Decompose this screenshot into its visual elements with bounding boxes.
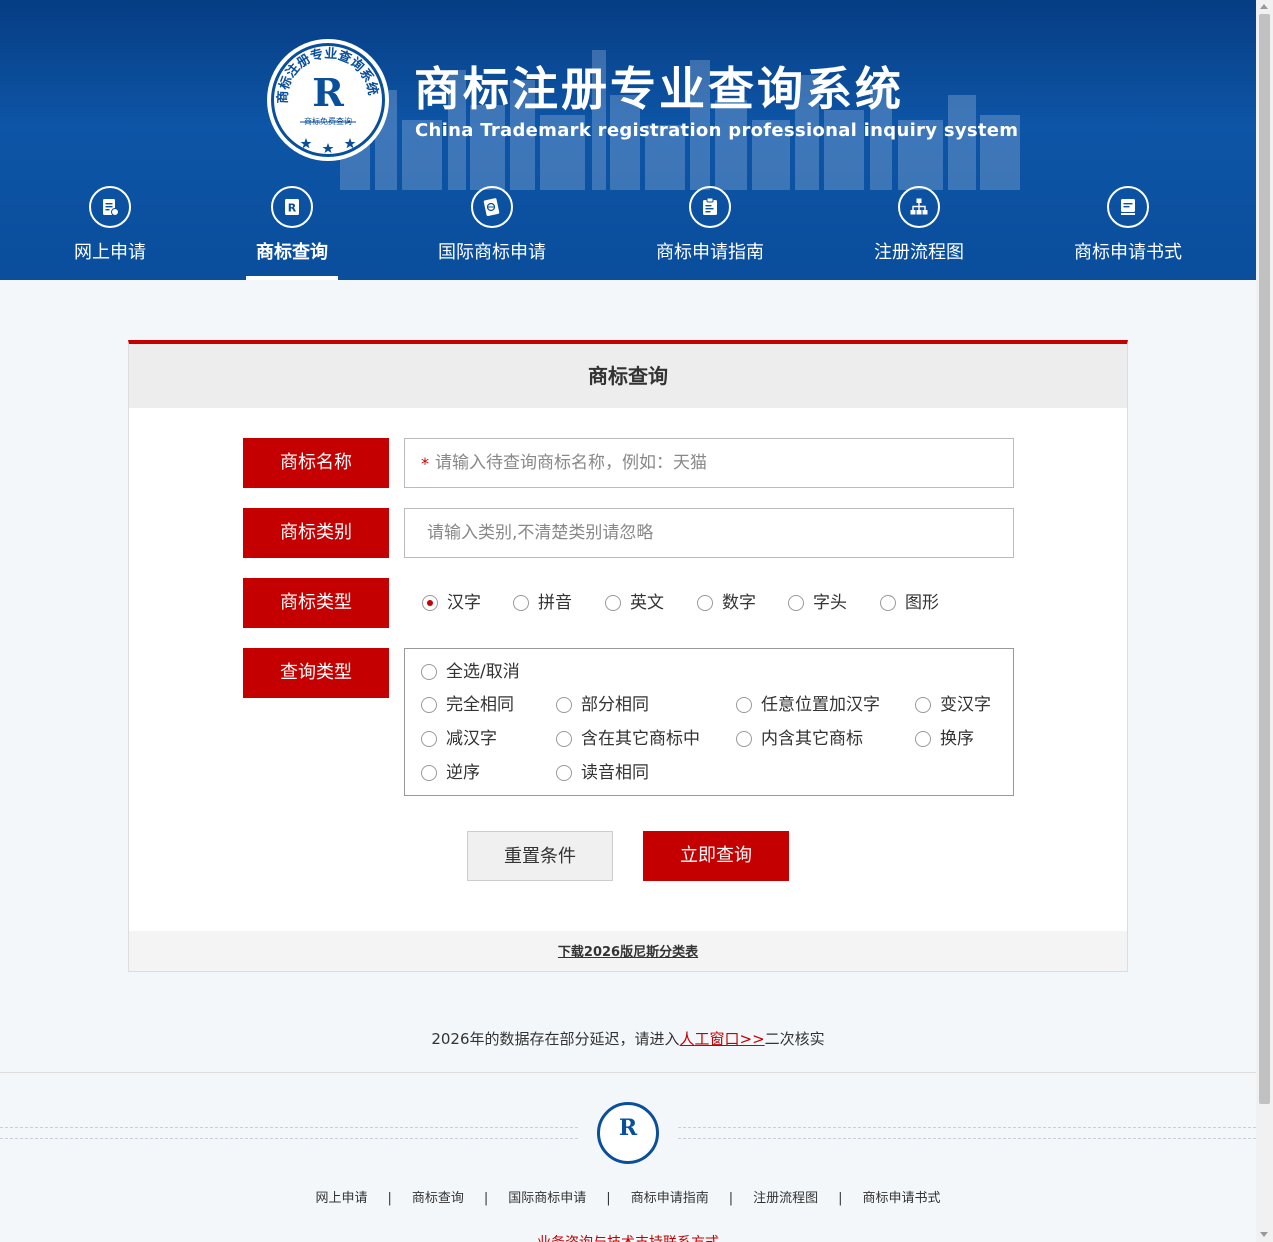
trademark-class-label: 商标类别 [243, 508, 389, 558]
trademark-class-field [404, 508, 1014, 558]
radio-dot [697, 595, 713, 611]
flowchart-icon [898, 186, 940, 228]
radio-dot [880, 595, 896, 611]
radio-dot [736, 697, 752, 713]
radio-dot [421, 664, 437, 680]
download-nice-classification-link[interactable]: 下载2026版尼斯分类表 [558, 945, 698, 960]
footer-dashed-rule-left [0, 1127, 578, 1139]
manual-service-link[interactable]: 人工窗口>> [680, 1030, 765, 1048]
nav-label: 商标申请指南 [656, 242, 764, 263]
footer-nav-item[interactable]: 网上申请 [295, 1187, 387, 1206]
form-doc-icon [1107, 186, 1149, 228]
site-subtitle: China Trademark registration professiona… [415, 120, 1019, 141]
radio-dot [556, 697, 572, 713]
query-type-label: 查询类型 [243, 648, 389, 698]
scroll-down-arrow-icon[interactable] [1260, 1232, 1268, 1237]
radio-dot [788, 595, 804, 611]
radio-dot [605, 595, 621, 611]
footer-nav-item[interactable]: 注册流程图 [733, 1187, 838, 1206]
trademark-search-card: 商标查询 商标名称 * 商标类别 商标类型 汉字 拼音 英文 数字 字头 图形 … [128, 340, 1128, 972]
logo-small-text: 商标免费查询 [304, 117, 352, 126]
radio-dot [556, 731, 572, 747]
nav-item-application-guide[interactable]: 商标申请指南 [650, 180, 770, 280]
scroll-up-arrow-icon[interactable] [1260, 4, 1268, 9]
nav-label: 商标查询 [256, 242, 328, 263]
site-title: 商标注册专业查询系统 [414, 62, 904, 116]
footer-contact: 业务咨询与技术支持联系方式 [0, 1232, 1256, 1242]
search-submit-button[interactable]: 立即查询 [643, 831, 789, 881]
footer-nav-item[interactable]: 商标查询 [392, 1187, 484, 1206]
site-logo[interactable]: 商标注册专业查询系统 R 商标免费查询 [271, 43, 385, 157]
nav-active-indicator [246, 276, 338, 280]
notice-suffix: 二次核实 [764, 1030, 825, 1048]
trademark-name-field: * [404, 438, 1014, 488]
svg-text:R: R [288, 202, 297, 215]
radio-dot [915, 697, 931, 713]
radio-dot [421, 697, 437, 713]
radio-dot [736, 731, 752, 747]
query-type-group: 全选/取消 完全相同 部分相同 任意位置加汉字 变汉字 减汉字 含在其它商标中 … [404, 648, 1014, 796]
card-footer: 下载2026版尼斯分类表 [129, 931, 1127, 971]
data-delay-notice: 2026年的数据存在部分延迟，请进入人工窗口>>二次核实 [0, 1028, 1256, 1049]
trademark-class-input[interactable] [405, 509, 1013, 557]
scrollbar-thumb[interactable] [1259, 14, 1270, 1104]
reset-button[interactable]: 重置条件 [467, 831, 613, 881]
radio-dot [513, 595, 529, 611]
globe-doc-icon [471, 186, 513, 228]
nav-item-trademark-search[interactable]: R 商标查询 [246, 180, 338, 280]
footer-logo-letter: R [618, 1115, 638, 1141]
nav-label: 注册流程图 [874, 242, 964, 263]
radio-dot [556, 765, 572, 781]
footer-nav: 网上申请 | 商标查询 | 国际商标申请 | 商标申请指南 | 注册流程图 | 商标申请书式 [0, 1187, 1256, 1206]
document-edit-icon [89, 186, 131, 228]
clipboard-icon [689, 186, 731, 228]
nav-item-registration-flowchart[interactable]: 注册流程图 [868, 180, 970, 280]
trademark-name-label: 商标名称 [243, 438, 389, 488]
notice-prefix: 2026年的数据存在部分延迟，请进入 [431, 1030, 680, 1048]
nav-label: 网上申请 [74, 242, 146, 263]
radio-dot [421, 765, 437, 781]
nav-item-international-apply[interactable]: 国际商标申请 [432, 180, 552, 280]
radio-dot [422, 595, 438, 611]
footer-nav-item[interactable]: 商标申请指南 [611, 1187, 729, 1206]
main-nav: 网上申请 R 商标查询 国际商标申请 商标申请指南 注册流程图 商标申请书式 [0, 180, 1256, 280]
registered-search-icon: R [271, 186, 313, 228]
required-mark: * [421, 454, 429, 473]
logo-letter: R [312, 70, 344, 115]
mark-type-label: 商标类型 [243, 578, 389, 628]
site-header: 商标注册专业查询系统 R 商标免费查询 商标注册专业查询系统 China Tra… [0, 0, 1256, 280]
radio-dot [421, 731, 437, 747]
page-scrollbar[interactable] [1256, 0, 1273, 1242]
nav-label: 商标申请书式 [1074, 242, 1182, 263]
nav-item-application-form[interactable]: 商标申请书式 [1068, 180, 1188, 280]
footer-divider [0, 1072, 1256, 1073]
nav-label: 国际商标申请 [438, 242, 546, 263]
nav-item-online-apply[interactable]: 网上申请 [60, 180, 160, 280]
footer-logo[interactable]: R [597, 1102, 659, 1164]
radio-dot [915, 731, 931, 747]
footer-nav-item[interactable]: 商标申请书式 [843, 1187, 961, 1206]
footer-dashed-rule-right [678, 1127, 1256, 1139]
card-title: 商标查询 [129, 344, 1127, 408]
trademark-name-input[interactable] [405, 439, 1013, 487]
footer-nav-item[interactable]: 国际商标申请 [488, 1187, 606, 1206]
